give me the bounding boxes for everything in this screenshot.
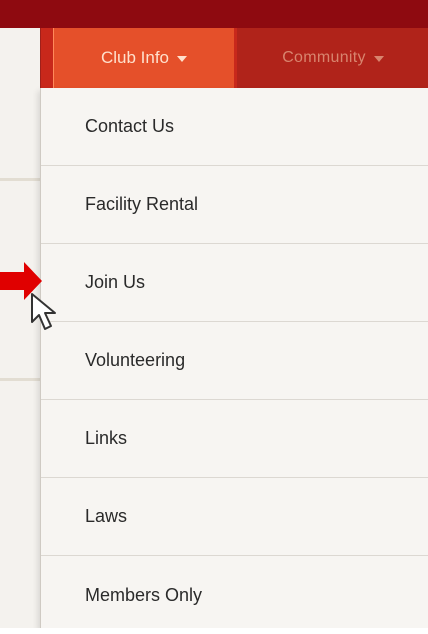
menu-item-contact-us[interactable]: Contact Us [41,88,428,166]
screenshot-frame: Club Info Community Contact Us Facility … [0,0,428,634]
menu-item-label: Volunteering [85,350,186,370]
menu-item-laws[interactable]: Laws [41,478,428,556]
menu-item-volunteering[interactable]: Volunteering [41,322,428,400]
page-bottom-edge [0,628,428,634]
menu-item-join-us[interactable]: Join Us [41,244,428,322]
menu-item-label: Facility Rental [85,194,199,214]
chevron-down-icon [373,56,384,62]
menu-item-label: Members Only [85,584,203,605]
menu-item-label: Contact Us [85,116,175,136]
menu-item-label: Laws [85,506,128,526]
background-line [0,178,40,181]
menu-item-facility-rental[interactable]: Facility Rental [41,166,428,244]
nav-item-community[interactable]: Community [237,28,428,88]
red-arrow-icon [0,262,42,300]
club-info-dropdown-menu: Contact Us Facility Rental Join Us Volun… [40,88,428,629]
nav-item-club-info[interactable]: Club Info [53,28,234,88]
menu-item-members-only[interactable]: Members Only [41,556,428,634]
nav-item-label: Club Info [100,48,170,67]
main-nav-bar: Club Info Community [40,28,428,88]
background-line [0,378,40,381]
menu-item-links[interactable]: Links [41,400,428,478]
header-band [0,0,428,28]
nav-item-label: Community [282,49,366,66]
chevron-down-icon [177,56,188,62]
menu-item-label: Links [85,428,128,448]
page-background-left [0,28,40,634]
menu-item-label: Join Us [85,272,146,292]
